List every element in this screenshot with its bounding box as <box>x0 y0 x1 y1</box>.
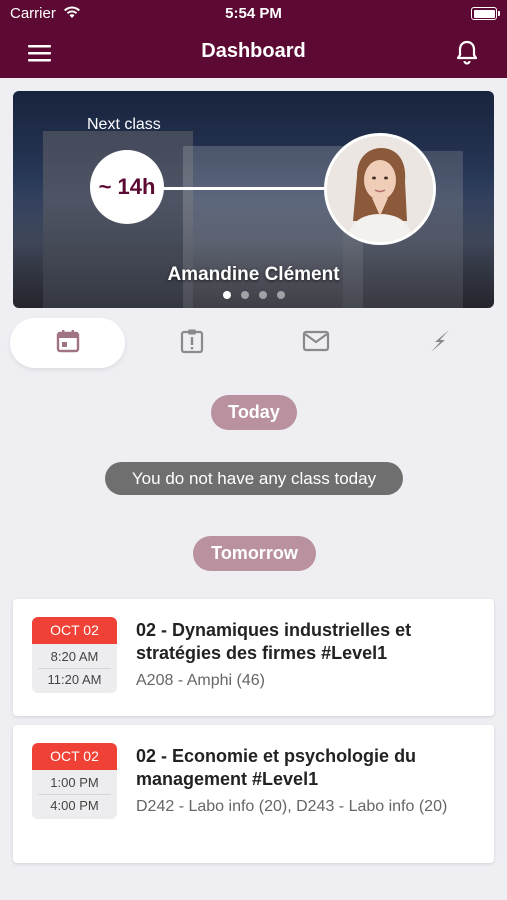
teacher-avatar <box>324 133 436 245</box>
dashboard-tabs <box>10 318 497 368</box>
class-date: OCT 02 8:20 AM 11:20 AM <box>32 617 117 693</box>
class-date-month: OCT 02 <box>32 743 117 770</box>
class-card[interactable]: OCT 02 1:00 PM 4:00 PM 02 - Economie et … <box>13 725 494 863</box>
teacher-name: Amandine Clément <box>167 264 340 285</box>
bell-icon[interactable] <box>455 40 479 66</box>
carousel-dot[interactable] <box>276 291 285 299</box>
carousel-dot[interactable] <box>222 291 231 299</box>
page-title: Dashboard <box>201 40 306 62</box>
carousel-dot[interactable] <box>258 291 267 299</box>
class-room: A208 - Amphi (46) <box>136 672 265 689</box>
next-class-banner[interactable]: Next class ~ 14h Amandine Clément <box>13 91 494 308</box>
battery-icon <box>471 7 500 20</box>
no-class-message: You do not have any class today <box>105 462 403 495</box>
class-date: OCT 02 1:00 PM 4:00 PM <box>32 743 117 819</box>
tab-calendar[interactable] <box>10 318 125 368</box>
mail-icon <box>302 330 330 357</box>
tab-alerts[interactable] <box>134 318 249 368</box>
carousel-dot[interactable] <box>240 291 249 299</box>
class-end-time: 4:00 PM <box>50 798 99 813</box>
class-card[interactable]: OCT 02 8:20 AM 11:20 AM 02 - Dynamiques … <box>13 599 494 716</box>
today-label: Today <box>211 395 297 430</box>
calendar-icon <box>55 328 81 359</box>
bolt-icon <box>427 328 453 359</box>
tomorrow-label: Tomorrow <box>193 536 316 571</box>
next-class-label: Next class <box>87 116 161 133</box>
class-title: 02 - Economie et psychologie du manageme… <box>136 746 417 789</box>
status-bar: Carrier 5:54 PM <box>0 0 507 28</box>
class-room: D242 - Labo info (20), D243 - Labo info … <box>136 798 448 815</box>
carousel-indicator[interactable] <box>13 291 494 299</box>
clipboard-alert-icon <box>179 328 205 359</box>
class-title: 02 - Dynamiques industrielles et stratég… <box>136 620 412 663</box>
connector-line <box>163 187 333 190</box>
class-start-time: 1:00 PM <box>50 775 99 790</box>
class-end-time: 11:20 AM <box>47 672 102 687</box>
nav-bar: Dashboard <box>0 28 507 78</box>
class-start-time: 8:20 AM <box>50 649 99 664</box>
time-until-badge: ~ 14h <box>90 150 164 224</box>
class-date-month: OCT 02 <box>32 617 117 644</box>
clock: 5:54 PM <box>225 5 282 22</box>
tab-activity[interactable] <box>382 318 497 368</box>
tab-messages[interactable] <box>258 318 373 368</box>
